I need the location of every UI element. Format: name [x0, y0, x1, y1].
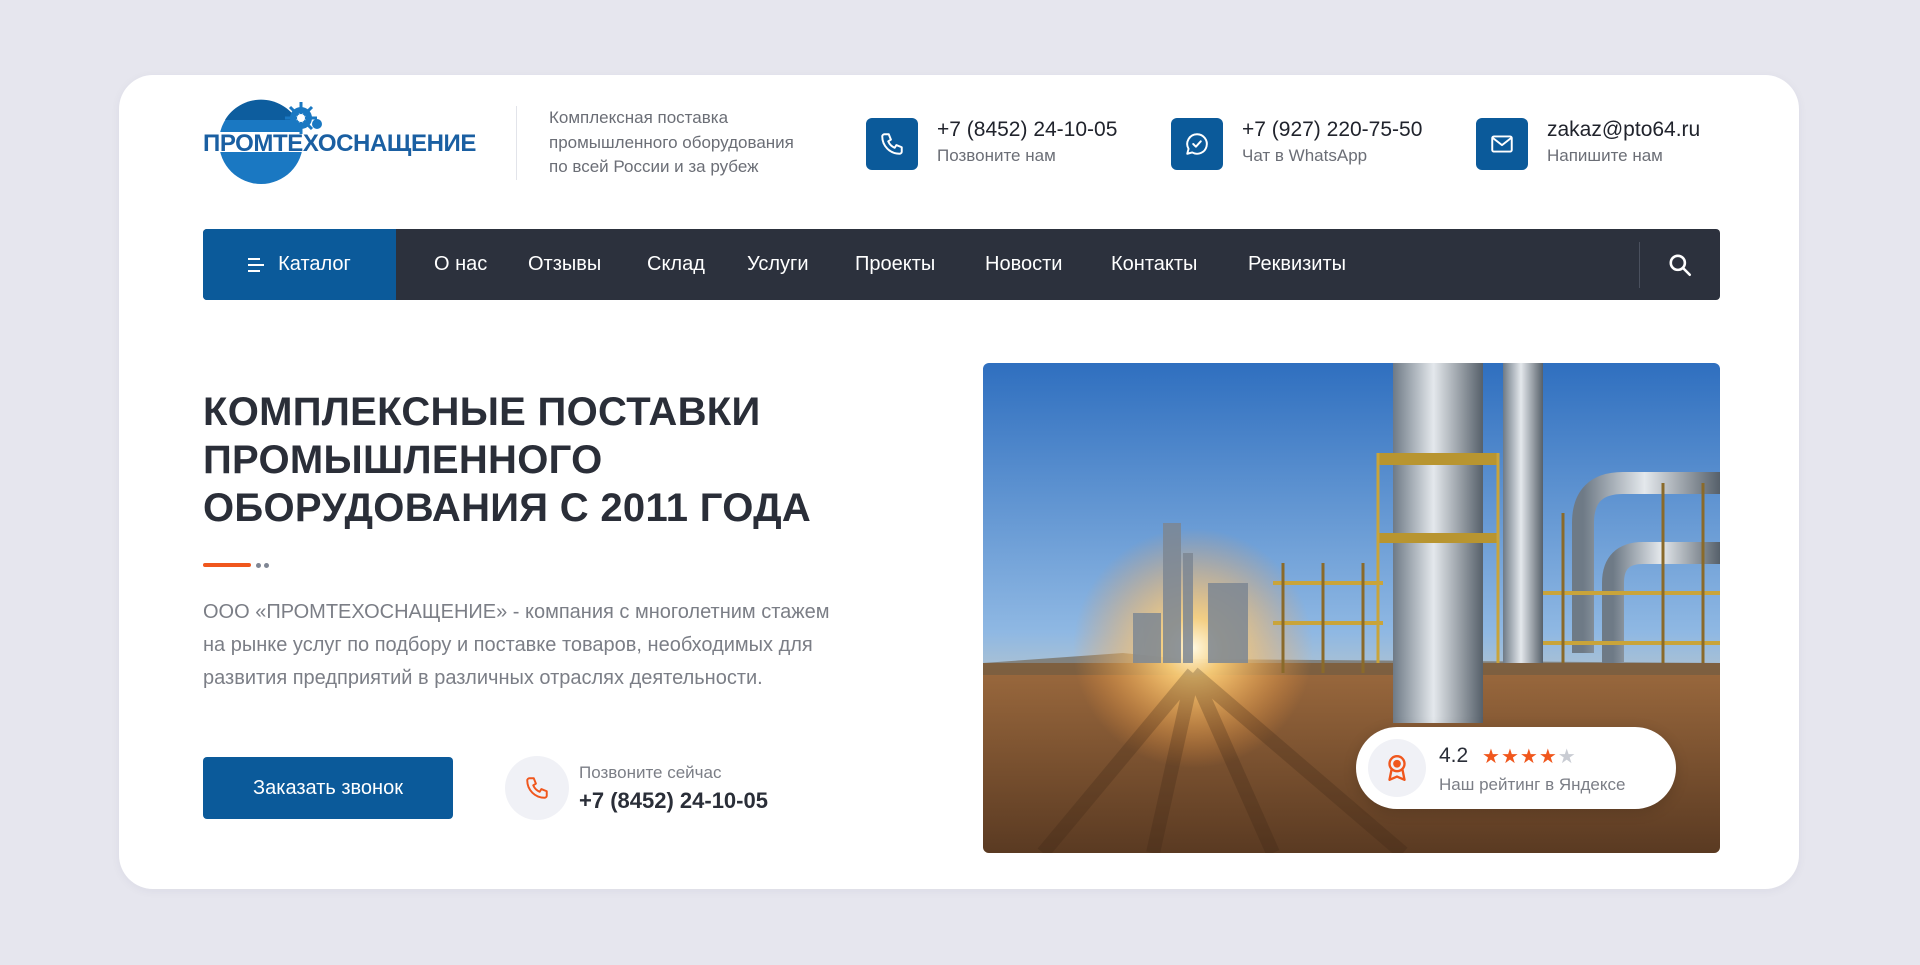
contact-phone-caption: Позвоните нам — [937, 146, 1056, 165]
logo[interactable]: ПРОМТЕХОСНАЩЕНИЕ — [203, 98, 499, 188]
call-now-phone[interactable]: +7 (8452) 24-10-05 — [579, 788, 768, 814]
nav-item-about[interactable]: О нас — [434, 229, 487, 300]
nav-item-projects[interactable]: Проекты — [855, 229, 935, 300]
logo-text: ПРОМТЕХОСНАЩЕНИЕ — [203, 130, 476, 157]
nav-divider — [1639, 242, 1640, 288]
contact-phone[interactable]: +7 (8452) 24-10-05 Позвоните нам — [866, 118, 1146, 170]
phone-icon — [866, 118, 918, 170]
contact-email-address: zakaz@pto64.ru — [1547, 118, 1701, 141]
hero-title: КОМПЛЕКСНЫЕ ПОСТАВКИ ПРОМЫШЛЕННОГО ОБОРУ… — [203, 388, 963, 532]
main-nav: Каталог О нас Отзывы Склад Услуги Проект… — [203, 229, 1720, 300]
contact-whatsapp[interactable]: +7 (927) 220-75-50 Чат в WhatsApp — [1171, 118, 1461, 170]
star-icon: ★ — [1500, 746, 1520, 768]
rating-label: Наш рейтинг в Яндексе — [1439, 775, 1626, 794]
hero-description-line: на рынке услуг по подбору и поставке тов… — [203, 634, 813, 656]
nav-item-news[interactable]: Новости — [985, 229, 1062, 300]
accent-line — [203, 563, 251, 567]
nav-item-requisites[interactable]: Реквизиты — [1248, 229, 1346, 300]
menu-icon — [248, 257, 265, 272]
contact-phone-number: +7 (8452) 24-10-05 — [937, 118, 1118, 141]
star-icon: ★ — [1538, 746, 1558, 768]
contact-email[interactable]: zakaz@pto64.ru Напишите нам — [1476, 118, 1721, 170]
rating-value: 4.2 — [1439, 744, 1469, 767]
accent-dot — [256, 563, 261, 568]
accent-dot — [264, 563, 269, 568]
tagline-line: по всей России и за рубеж — [549, 157, 759, 176]
hero-title-line: ОБОРУДОВАНИЯ С 2011 ГОДА — [203, 486, 812, 530]
nav-item-reviews[interactable]: Отзывы — [528, 229, 601, 300]
order-call-button[interactable]: Заказать звонок — [203, 757, 453, 819]
hero-description: ООО «ПРОМТЕХОСНАЩЕНИЕ» - компания с мног… — [203, 596, 963, 695]
nav-item-services[interactable]: Услуги — [747, 229, 809, 300]
call-now-caption: Позвоните сейчас — [579, 763, 722, 782]
nav-item-warehouse[interactable]: Склад — [647, 229, 705, 300]
search-icon — [1669, 254, 1692, 277]
hero-title-line: ПРОМЫШЛЕННОГО — [203, 438, 603, 482]
header-divider — [516, 106, 517, 180]
mail-icon — [1476, 118, 1528, 170]
call-now-phone-icon[interactable] — [505, 756, 569, 820]
whatsapp-icon — [1171, 118, 1223, 170]
contact-whatsapp-caption: Чат в WhatsApp — [1242, 146, 1368, 165]
star-icon: ★ — [1519, 746, 1539, 768]
catalog-button[interactable]: Каталог — [203, 229, 396, 300]
catalog-label: Каталог — [278, 253, 351, 275]
nav-item-contacts[interactable]: Контакты — [1111, 229, 1197, 300]
award-icon — [1368, 739, 1426, 797]
star-icon: ★ — [1482, 746, 1501, 768]
rating-stars: ★★★★★ — [1482, 744, 1577, 769]
contact-email-caption: Напишите нам — [1547, 146, 1663, 165]
tagline-line: промышленного оборудования — [549, 132, 794, 152]
yandex-rating-badge[interactable]: 4.2 ★★★★★ Наш рейтинг в Яндексе — [1356, 727, 1676, 809]
contact-whatsapp-number: +7 (927) 220-75-50 — [1242, 118, 1423, 141]
hero-description-line: развития предприятий в различных отрасля… — [203, 667, 763, 689]
tagline-line: Комплексная поставка — [549, 108, 729, 127]
tagline: Комплексная поставка промышленного обору… — [549, 106, 849, 180]
search-button[interactable] — [1658, 243, 1702, 287]
hero-title-line: КОМПЛЕКСНЫЕ ПОСТАВКИ — [203, 390, 761, 434]
star-empty-icon: ★ — [1557, 746, 1577, 768]
hero-description-line: ООО «ПРОМТЕХОСНАЩЕНИЕ» - компания с мног… — [203, 601, 830, 623]
